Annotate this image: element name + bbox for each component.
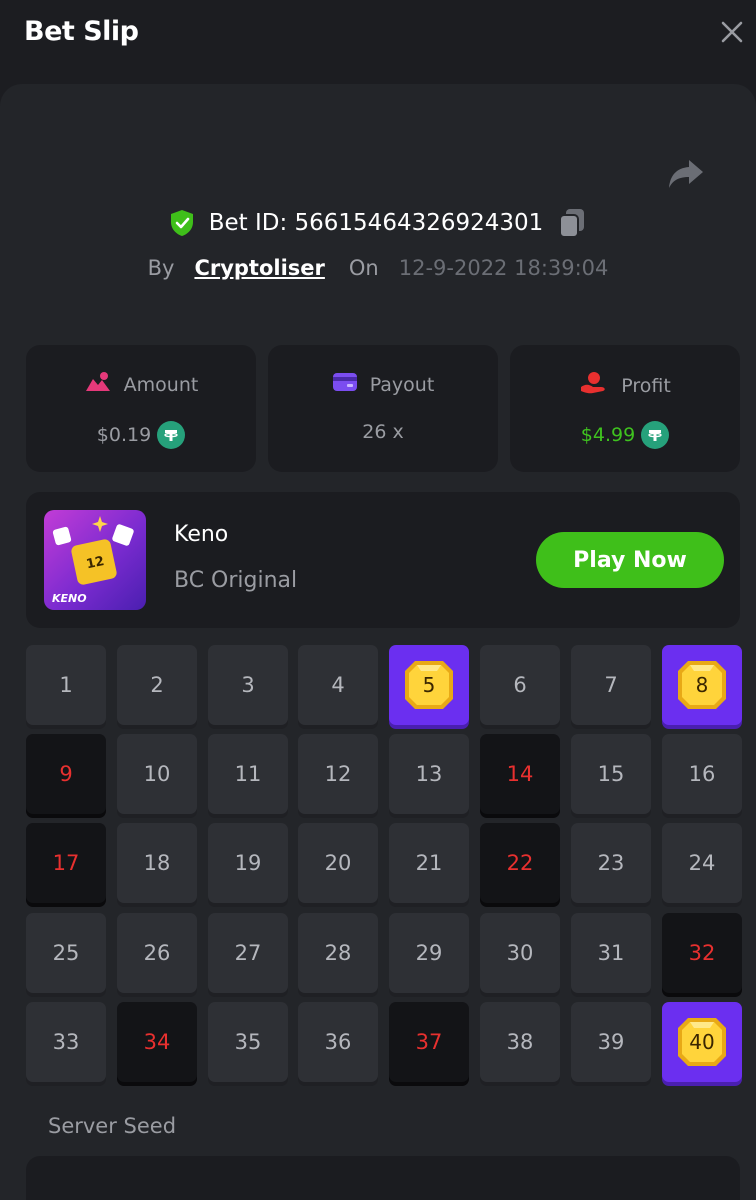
keno-cell[interactable]: 33 (26, 1002, 106, 1082)
keno-cell[interactable]: 1 (26, 645, 106, 725)
keno-cell-miss[interactable]: 34 (117, 1002, 197, 1082)
keno-cell[interactable]: 39 (571, 1002, 651, 1082)
keno-cell[interactable]: 6 (480, 645, 560, 725)
keno-cell-miss[interactable]: 9 (26, 734, 106, 814)
username-link[interactable]: Cryptoliser (194, 256, 324, 280)
keno-cell[interactable]: 25 (26, 913, 106, 993)
by-label: By (147, 256, 175, 280)
tether-coin-icon (641, 421, 670, 449)
keno-cell-hit[interactable]: 8 (662, 645, 742, 725)
keno-cell[interactable]: 24 (662, 823, 742, 903)
keno-cell[interactable]: 16 (662, 734, 742, 814)
keno-cell[interactable]: 20 (298, 823, 378, 903)
gold-gem-icon: 5 (401, 657, 457, 713)
game-name: Keno (174, 522, 229, 547)
keno-cell[interactable]: 3 (208, 645, 288, 725)
profit-hand-icon (579, 371, 609, 400)
stat-value: $4.99 (580, 424, 636, 446)
stat-profit: Profit $4.99 (510, 345, 740, 472)
keno-cell[interactable]: 4 (298, 645, 378, 725)
stat-label: Payout (369, 373, 435, 396)
gold-gem-icon: 40 (674, 1014, 730, 1070)
keno-cell-number: 5 (422, 673, 436, 697)
bet-date: 12-9-2022 18:39:04 (398, 256, 609, 280)
bet-meta-row: By Cryptoliser On 12-9-2022 18:39:04 (0, 246, 756, 290)
stat-amount: Amount $0.19 (26, 345, 256, 472)
keno-cell[interactable]: 7 (571, 645, 651, 725)
keno-cell[interactable]: 15 (571, 734, 651, 814)
verified-shield-icon (169, 209, 195, 237)
keno-cell[interactable]: 35 (208, 1002, 288, 1082)
keno-cell[interactable]: 26 (117, 913, 197, 993)
gold-gem-icon: 8 (674, 657, 730, 713)
keno-cell[interactable]: 13 (389, 734, 469, 814)
copy-icon[interactable] (557, 207, 587, 239)
thumb-logo-text: KENO (52, 592, 87, 605)
keno-cell[interactable]: 12 (298, 734, 378, 814)
stat-value: $0.19 (96, 424, 152, 446)
stats-row: Amount $0.19 Payout 26 x Profit $4.99 (26, 345, 740, 472)
keno-cell[interactable]: 38 (480, 1002, 560, 1082)
keno-cell[interactable]: 27 (208, 913, 288, 993)
page-title: Bet Slip (24, 16, 139, 47)
stat-value: 26 x (362, 421, 404, 443)
keno-cell-miss[interactable]: 22 (480, 823, 560, 903)
keno-cell[interactable]: 11 (208, 734, 288, 814)
share-icon[interactable] (664, 152, 708, 196)
keno-cell-hit[interactable]: 5 (389, 645, 469, 725)
keno-cell[interactable]: 29 (389, 913, 469, 993)
keno-game-thumbnail[interactable]: 12 KENO (44, 510, 146, 610)
keno-cell-miss[interactable]: 32 (662, 913, 742, 993)
keno-cell[interactable]: 19 (208, 823, 288, 903)
server-seed-field (26, 1156, 740, 1200)
server-seed-label: Server Seed (48, 1114, 177, 1138)
keno-cell-hit[interactable]: 40 (662, 1002, 742, 1082)
keno-cell[interactable]: 31 (571, 913, 651, 993)
bet-id-row: Bet ID: 56615464326924301 (0, 200, 756, 246)
stat-payout: Payout 26 x (268, 345, 498, 472)
bet-id-text: Bet ID: 56615464326924301 (208, 210, 544, 236)
play-now-button[interactable]: Play Now (536, 532, 724, 588)
keno-cell-miss[interactable]: 37 (389, 1002, 469, 1082)
on-label: On (348, 256, 379, 280)
game-subtitle: BC Original (174, 568, 298, 593)
keno-cell[interactable]: 30 (480, 913, 560, 993)
keno-cell[interactable]: 23 (571, 823, 651, 903)
stat-label: Profit (621, 374, 671, 397)
header: Bet Slip (0, 0, 756, 86)
tether-coin-icon (157, 421, 186, 449)
close-icon[interactable] (716, 16, 748, 48)
keno-cell[interactable]: 2 (117, 645, 197, 725)
keno-board: 1 2 3 4 5 6 7 8 9 10 11 12 13 14 15 16 17 18 19 20 21 22 23 24 2… (26, 645, 742, 1085)
keno-cell-number: 8 (695, 673, 709, 697)
keno-cell[interactable]: 28 (298, 913, 378, 993)
game-card: 12 KENO Keno BC Original Play Now (26, 492, 740, 628)
keno-cell[interactable]: 18 (117, 823, 197, 903)
keno-cell[interactable]: 21 (389, 823, 469, 903)
keno-cell[interactable]: 36 (298, 1002, 378, 1082)
amount-icon (84, 371, 112, 398)
stat-label: Amount (123, 373, 199, 396)
keno-cell-miss[interactable]: 14 (480, 734, 560, 814)
payout-card-icon (332, 371, 358, 398)
keno-cell-miss[interactable]: 17 (26, 823, 106, 903)
keno-cell-number: 40 (689, 1030, 715, 1054)
keno-cell[interactable]: 10 (117, 734, 197, 814)
